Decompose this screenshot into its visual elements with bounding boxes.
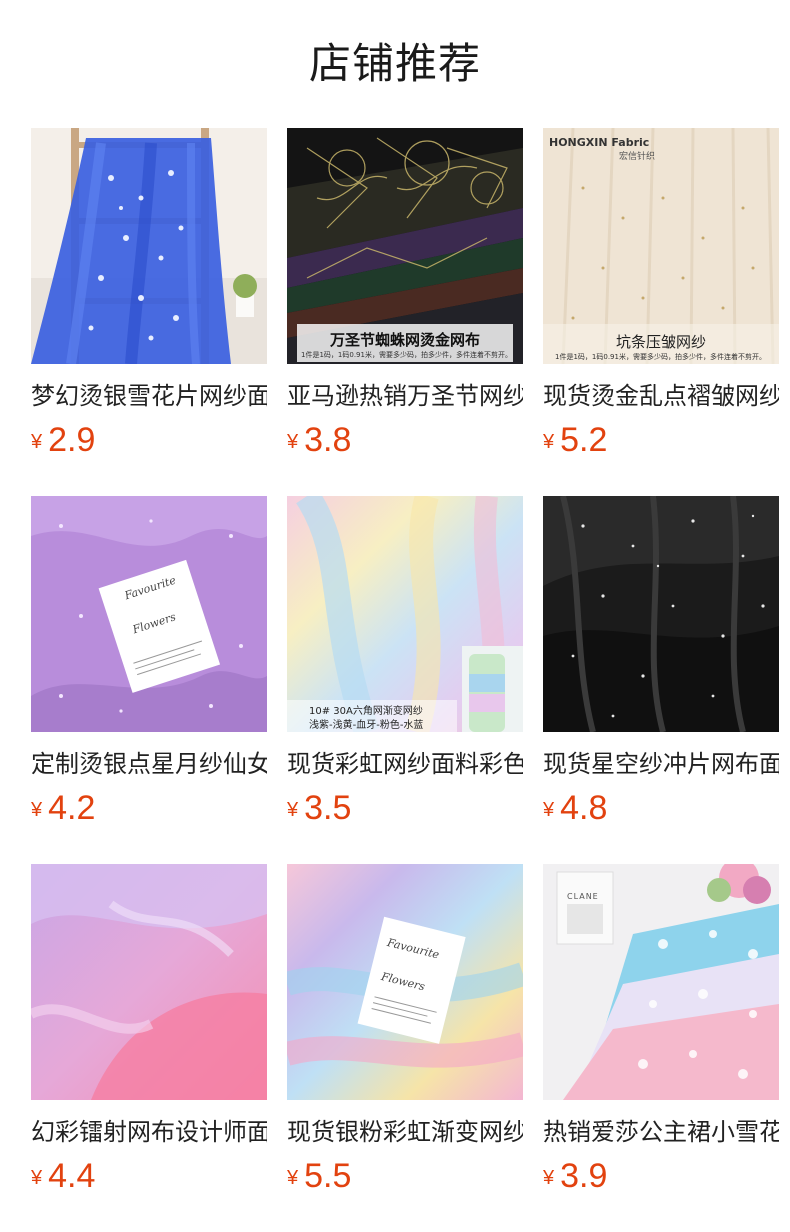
iridescent-laser-mesh-image — [31, 864, 267, 1100]
price-value: 2.9 — [48, 421, 96, 459]
product-card[interactable]: Favourite Flowers 现货银粉彩虹渐变网纱面料 ¥5.5 — [287, 864, 523, 1204]
product-name[interactable]: 定制烫银点星月纱仙女裙 — [31, 746, 267, 782]
currency-symbol: ¥ — [287, 799, 299, 821]
product-image[interactable] — [31, 128, 267, 364]
currency-symbol: ¥ — [543, 1167, 555, 1189]
product-card[interactable]: 幻彩镭射网布设计师面料 ¥4.4 — [31, 864, 267, 1204]
product-price: ¥4.8 — [543, 786, 607, 830]
price-value: 5.5 — [304, 1157, 352, 1195]
product-name[interactable]: 现货银粉彩虹渐变网纱面料 — [287, 1114, 523, 1150]
price-value: 4.4 — [48, 1157, 96, 1195]
product-card[interactable]: 现货星空纱冲片网布面料 ¥4.8 — [543, 496, 779, 836]
image-caption: 坑条压皱网纱 — [615, 333, 706, 351]
product-name[interactable]: 亚马逊热销万圣节网纱面料 — [287, 378, 523, 414]
product-price: ¥3.9 — [543, 1154, 607, 1198]
page-title: 店铺推荐 — [308, 39, 481, 88]
brand-logo-cn: 宏信针织 — [619, 152, 656, 162]
price-value: 3.5 — [304, 789, 352, 827]
product-image[interactable] — [31, 864, 267, 1100]
product-image[interactable]: 万圣节蜘蛛网烫金网布 1件是1码，1码0.91米，需要多少码，拍多少件，多件连着… — [287, 128, 523, 364]
product-card[interactable]: 梦幻烫银雪花片网纱面料 ¥2.9 — [31, 128, 267, 468]
product-price: ¥5.5 — [287, 1154, 351, 1198]
product-price: ¥4.2 — [31, 786, 95, 830]
gold-dot-pleated-tulle-image — [543, 128, 779, 364]
product-image[interactable] — [543, 496, 779, 732]
product-card[interactable]: CLANE 热销爱莎公主裙小雪花网纱 ¥3.9 — [543, 864, 779, 1204]
product-name[interactable]: 现货烫金乱点褶皱网纱面料 — [543, 378, 779, 414]
product-price: ¥3.8 — [287, 418, 351, 462]
currency-symbol: ¥ — [31, 799, 43, 821]
product-image[interactable]: 10# 30A六角网渐变网纱 浅紫-浅黄-血牙-粉色-水蓝 — [287, 496, 523, 732]
currency-symbol: ¥ — [31, 1167, 43, 1189]
product-price: ¥2.9 — [31, 418, 95, 462]
product-name[interactable]: 热销爱莎公主裙小雪花网纱 — [543, 1114, 779, 1150]
currency-symbol: ¥ — [31, 431, 43, 453]
product-name[interactable]: 现货彩虹网纱面料彩色渐变 — [287, 746, 523, 782]
image-subcaption: 1件是1码，1码0.91米，需要多少码，拍多少件，多件连着不剪开。 — [301, 351, 511, 359]
product-image[interactable]: HONGXIN Fabric 宏信针织 坑条压皱网纱 1件是1码，1码0.91米… — [543, 128, 779, 364]
product-card[interactable]: HONGXIN Fabric 宏信针织 坑条压皱网纱 1件是1码，1码0.91米… — [543, 128, 779, 468]
price-value: 3.9 — [560, 1157, 608, 1195]
image-subcaption: 1件是1码，1码0.91米，需要多少码，拍多少件，多件连着不剪开。 — [555, 353, 766, 361]
blue-snowflake-tulle-image — [31, 128, 267, 364]
rainbow-gradient-tulle-image — [287, 496, 523, 732]
currency-symbol: ¥ — [287, 431, 299, 453]
product-card[interactable]: 万圣节蜘蛛网烫金网布 1件是1码，1码0.91米，需要多少码，拍多少件，多件连着… — [287, 128, 523, 468]
product-card[interactable]: 10# 30A六角网渐变网纱 浅紫-浅黄-血牙-粉色-水蓝 现货彩虹网纱面料彩色… — [287, 496, 523, 836]
product-price: ¥3.5 — [287, 786, 351, 830]
price-value: 4.2 — [48, 789, 96, 827]
product-price: ¥5.2 — [543, 418, 607, 462]
price-value: 5.2 — [560, 421, 608, 459]
currency-symbol: ¥ — [287, 1167, 299, 1189]
frame-text: CLANE — [567, 892, 599, 901]
price-value: 4.8 — [560, 789, 608, 827]
price-value: 3.8 — [304, 421, 352, 459]
product-image[interactable]: CLANE — [543, 864, 779, 1100]
black-starry-sequin-tulle-image — [543, 496, 779, 732]
currency-symbol: ¥ — [543, 431, 555, 453]
currency-symbol: ¥ — [543, 799, 555, 821]
product-image[interactable]: Favourite Flowers — [31, 496, 267, 732]
purple-star-tulle-image — [31, 496, 267, 732]
image-subcaption: 浅紫-浅黄-血牙-粉色-水蓝 — [309, 720, 424, 731]
product-name[interactable]: 梦幻烫银雪花片网纱面料 — [31, 378, 267, 414]
image-caption: 万圣节蜘蛛网烫金网布 — [329, 331, 480, 349]
product-name[interactable]: 现货星空纱冲片网布面料 — [543, 746, 779, 782]
brand-logo: HONGXIN Fabric — [549, 136, 650, 149]
product-card[interactable]: Favourite Flowers 定制烫银点星月纱仙女裙 ¥4.2 — [31, 496, 267, 836]
image-caption: 10# 30A六角网渐变网纱 — [309, 706, 423, 717]
product-image[interactable]: Favourite Flowers — [287, 864, 523, 1100]
product-price: ¥4.4 — [31, 1154, 95, 1198]
product-name[interactable]: 幻彩镭射网布设计师面料 — [31, 1114, 267, 1150]
